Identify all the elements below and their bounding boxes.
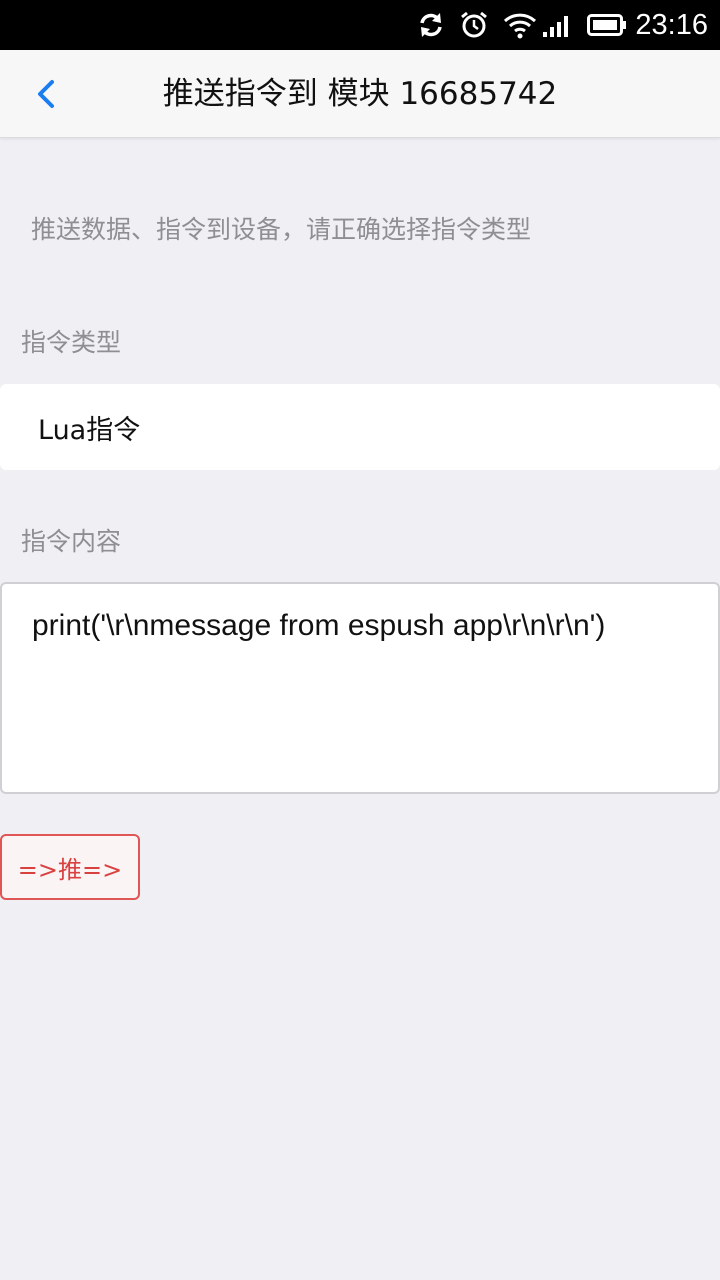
status-time: 23:16 (635, 8, 708, 41)
battery-icon (587, 13, 627, 37)
command-type-label: 指令类型 (21, 328, 122, 357)
command-content-input[interactable]: print('\r\nmessage from espush app\r\n\r… (0, 582, 720, 794)
command-content-label: 指令内容 (21, 527, 122, 556)
push-button[interactable]: =>推=> (0, 834, 140, 900)
command-type-select[interactable]: Lua指令 (0, 384, 720, 470)
hint-text: 推送数据、指令到设备，请正确选择指令类型 (31, 215, 532, 244)
sync-icon (417, 11, 445, 39)
command-type-value: Lua指令 (38, 414, 141, 446)
wifi-icon (503, 11, 537, 39)
nav-bar: 推送指令到 模块 16685742 (0, 50, 720, 138)
signal-icon (541, 12, 573, 38)
status-bar: 23:16 (0, 0, 720, 50)
page-title: 推送指令到 模块 16685742 (162, 76, 558, 112)
alarm-icon (459, 10, 489, 40)
